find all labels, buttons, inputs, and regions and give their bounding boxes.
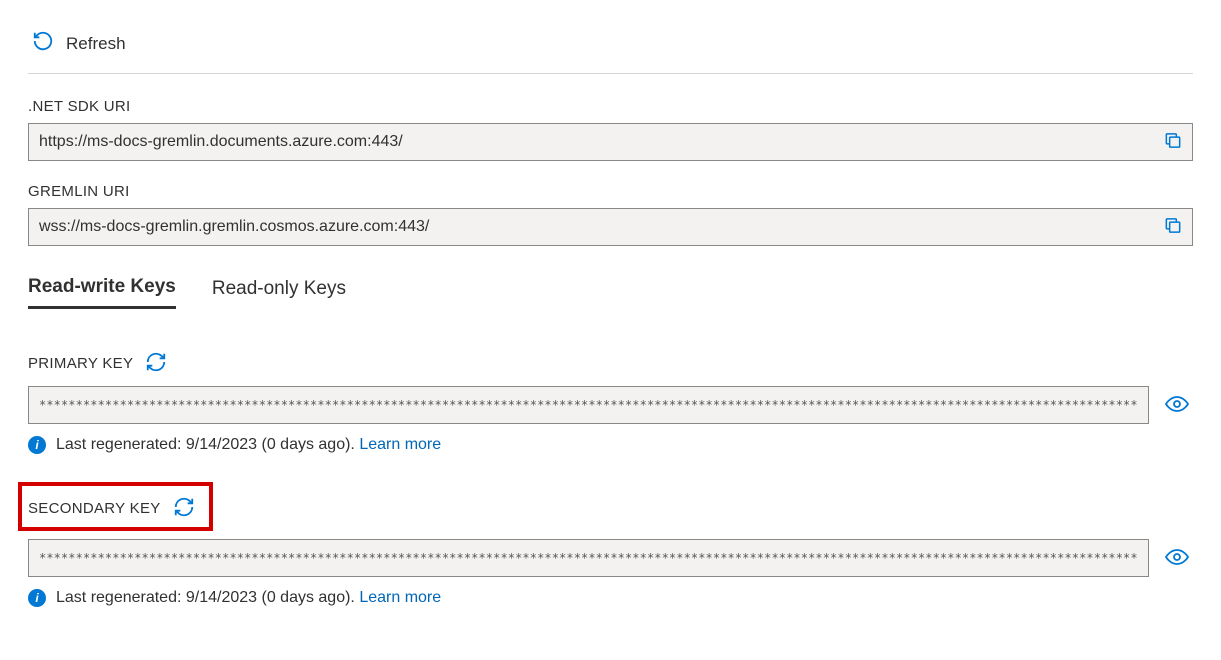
eye-icon [1165, 548, 1189, 569]
primary-key-input[interactable] [28, 386, 1149, 424]
refresh-label: Refresh [66, 34, 126, 54]
primary-key-regenerated-text: Last regenerated: 9/14/2023 (0 days ago)… [56, 436, 359, 453]
eye-icon [1165, 395, 1189, 416]
gremlin-uri-field: GREMLIN URI [28, 183, 1193, 246]
gremlin-uri-label: GREMLIN URI [28, 183, 1193, 200]
primary-key-info: i Last regenerated: 9/14/2023 (0 days ag… [28, 436, 1193, 454]
regenerate-primary-button[interactable] [143, 349, 169, 378]
copy-icon [1163, 131, 1183, 154]
net-sdk-uri-label: .NET SDK URI [28, 98, 1193, 115]
primary-key-label-row: PRIMARY KEY [28, 349, 1193, 378]
show-primary-key-button[interactable] [1161, 391, 1193, 420]
regenerate-icon [145, 351, 167, 376]
net-sdk-uri-input[interactable] [28, 123, 1193, 161]
net-sdk-uri-field: .NET SDK URI [28, 98, 1193, 161]
info-icon: i [28, 589, 46, 607]
refresh-button[interactable]: Refresh [28, 28, 130, 59]
info-icon: i [28, 436, 46, 454]
show-secondary-key-button[interactable] [1161, 544, 1193, 573]
toolbar: Refresh [28, 20, 1193, 74]
learn-more-link[interactable]: Learn more [359, 589, 441, 606]
regenerate-secondary-button[interactable] [171, 494, 197, 523]
secondary-key-label: SECONDARY KEY [28, 500, 161, 517]
secondary-key-section: SECONDARY KEY [28, 482, 1193, 607]
copy-icon [1163, 216, 1183, 239]
copy-button[interactable] [1159, 212, 1187, 243]
secondary-key-input[interactable] [28, 539, 1149, 577]
refresh-icon [32, 30, 54, 57]
secondary-key-info: i Last regenerated: 9/14/2023 (0 days ag… [28, 589, 1193, 607]
secondary-key-highlight: SECONDARY KEY [18, 482, 213, 531]
primary-key-label: PRIMARY KEY [28, 355, 133, 372]
secondary-key-regenerated-text: Last regenerated: 9/14/2023 (0 days ago)… [56, 589, 359, 606]
copy-button[interactable] [1159, 127, 1187, 158]
regenerate-icon [173, 496, 195, 521]
gremlin-uri-input[interactable] [28, 208, 1193, 246]
tab-read-write-keys[interactable]: Read-write Keys [28, 276, 176, 309]
key-tabs: Read-write Keys Read-only Keys [28, 276, 1193, 309]
tab-read-only-keys[interactable]: Read-only Keys [212, 276, 346, 309]
learn-more-link[interactable]: Learn more [359, 436, 441, 453]
primary-key-section: PRIMARY KEY i Last [28, 349, 1193, 454]
